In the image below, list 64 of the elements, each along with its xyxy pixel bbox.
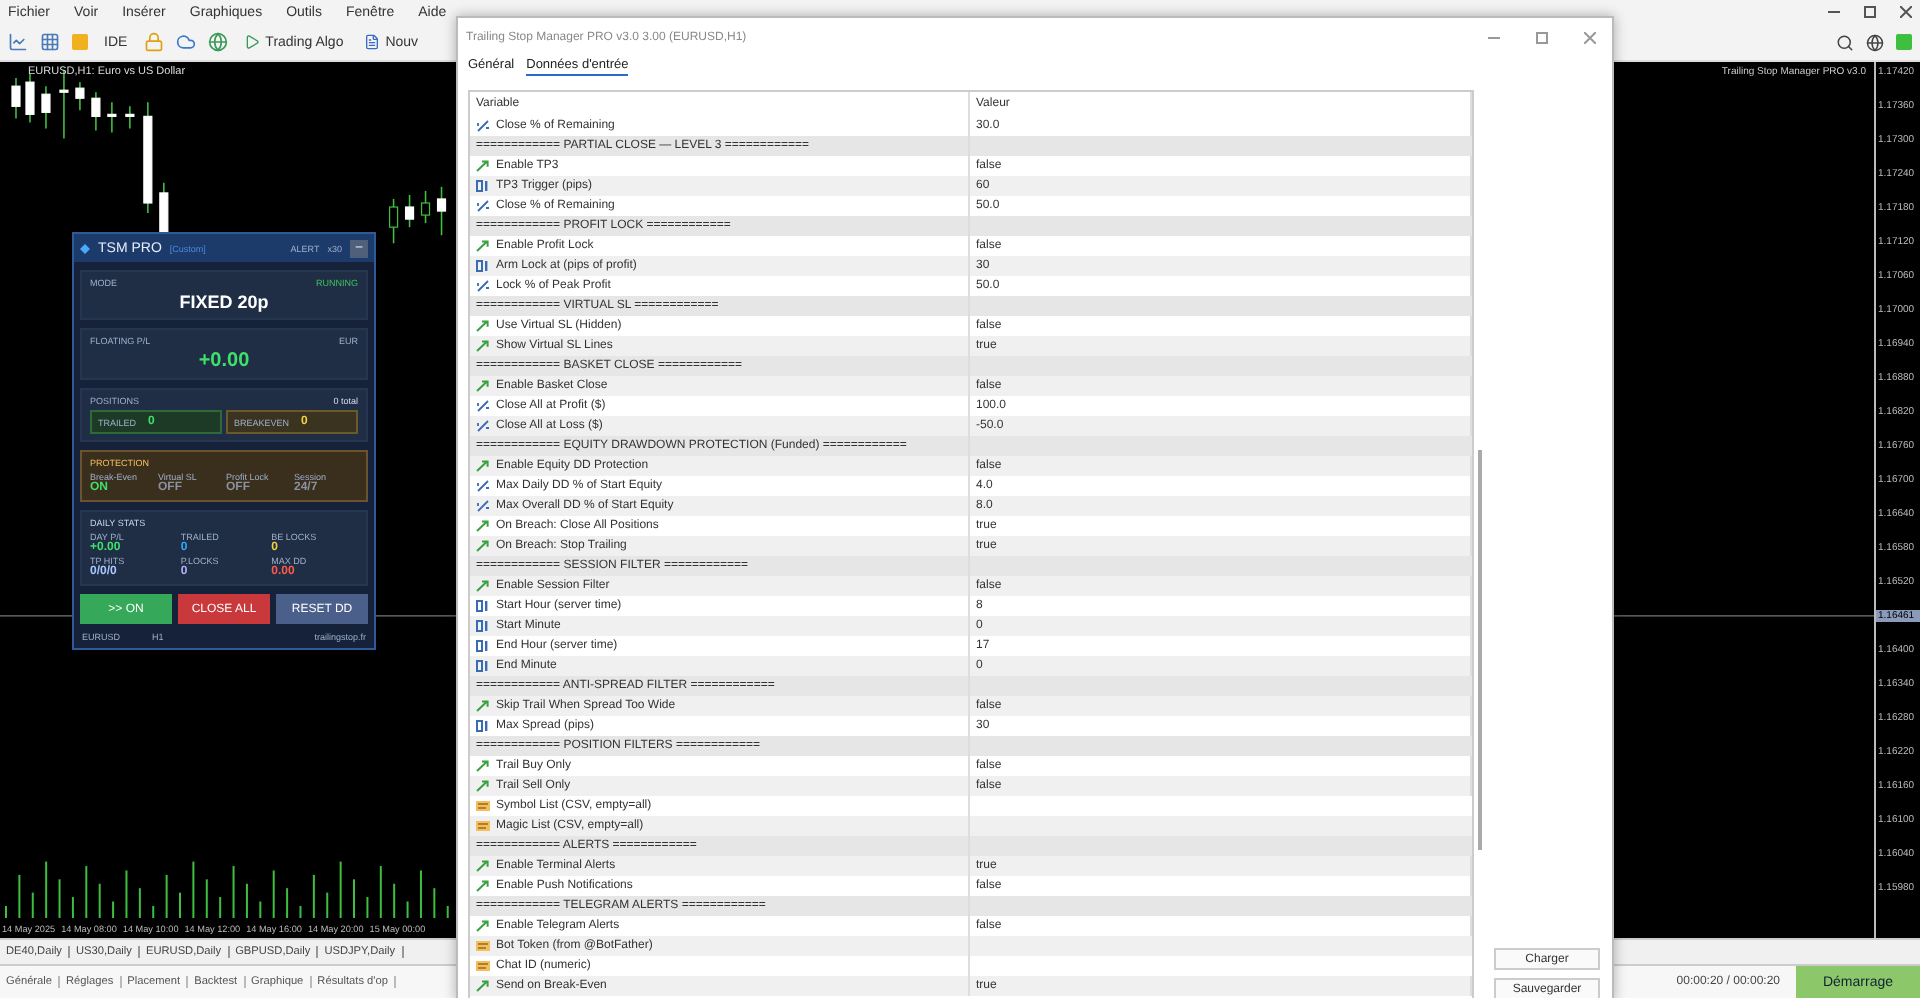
- arrow-icon: [476, 780, 490, 792]
- grid-icon[interactable]: [40, 32, 60, 52]
- diamond-icon: [80, 243, 90, 253]
- mode-value: FIXED 20p: [179, 292, 269, 312]
- candlestick: [404, 194, 415, 228]
- close-icon[interactable]: [1584, 32, 1596, 44]
- arrow-icon: [476, 540, 490, 552]
- bars-icon: [476, 660, 490, 672]
- fraction-icon: [476, 480, 490, 492]
- text-lines-icon: [476, 940, 490, 952]
- arrow-icon: [476, 700, 490, 712]
- line-chart-icon[interactable]: [8, 32, 28, 52]
- globe-icon[interactable]: [1866, 33, 1884, 51]
- bars-icon: [476, 260, 490, 272]
- arrow-icon: [476, 160, 490, 172]
- candlestick: [91, 91, 101, 132]
- candlestick: [420, 190, 431, 224]
- text-lines-icon: [476, 800, 490, 812]
- candlestick: [75, 81, 85, 112]
- minimize-icon[interactable]: [1488, 32, 1500, 44]
- arrow-icon: [476, 860, 490, 872]
- close-icon[interactable]: [1900, 6, 1912, 18]
- fraction-icon: [476, 200, 490, 212]
- arrow-icon: [476, 880, 490, 892]
- candlestick: [25, 73, 35, 124]
- text-lines-icon: [476, 820, 490, 832]
- search-icon[interactable]: [1836, 33, 1854, 51]
- text-lines-icon: [476, 960, 490, 972]
- minimize-icon[interactable]: [1828, 6, 1840, 18]
- arrow-icon: [476, 980, 490, 992]
- arrow-icon: [476, 320, 490, 332]
- arrow-icon: [476, 340, 490, 352]
- document-icon: [363, 34, 380, 50]
- scrollbar-thumb[interactable]: [1478, 450, 1482, 850]
- candlestick: [143, 101, 153, 214]
- arrow-icon: [476, 240, 490, 252]
- maximize-icon[interactable]: [1536, 32, 1548, 44]
- candlestick: [41, 85, 51, 130]
- candlestick: [388, 198, 399, 245]
- maximize-icon[interactable]: [1864, 6, 1876, 18]
- bars-icon: [476, 180, 490, 192]
- arrow-icon: [476, 460, 490, 472]
- fraction-icon: [476, 500, 490, 512]
- bars-icon: [476, 600, 490, 612]
- play-icon: [243, 34, 260, 50]
- candlestick: [11, 77, 21, 120]
- fraction-icon: [476, 280, 490, 292]
- lock-icon[interactable]: [143, 32, 164, 52]
- arrow-icon: [476, 580, 490, 592]
- arrow-icon: [476, 380, 490, 392]
- candlestick: [436, 186, 447, 236]
- candlestick: [125, 105, 135, 130]
- arrow-icon: [476, 920, 490, 932]
- fraction-icon: [476, 400, 490, 412]
- bars-icon: [476, 620, 490, 632]
- fraction-icon: [476, 420, 490, 432]
- fraction-icon: [476, 120, 490, 132]
- arrow-icon: [476, 760, 490, 772]
- bars-icon: [476, 720, 490, 732]
- bars-icon: [476, 640, 490, 652]
- arrow-icon: [476, 520, 490, 532]
- cloud-icon[interactable]: [175, 32, 196, 52]
- candlestick: [107, 101, 117, 134]
- floating-pl-value: +0.00: [198, 350, 250, 372]
